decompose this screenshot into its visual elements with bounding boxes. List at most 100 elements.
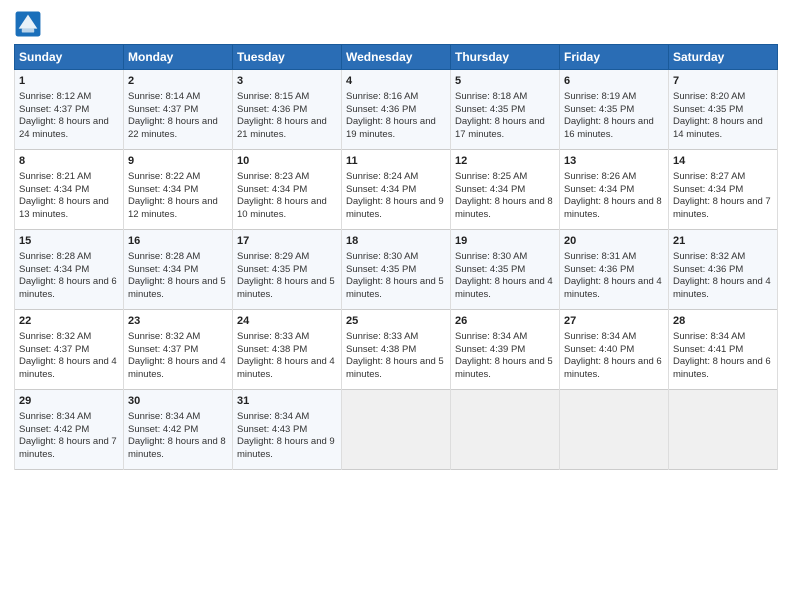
sunrise: Sunrise: 8:22 AM (128, 171, 200, 182)
daylight: Daylight: 8 hours and 4 minutes. (455, 276, 553, 300)
week-row-2: 8 Sunrise: 8:21 AM Sunset: 4:34 PM Dayli… (15, 150, 778, 230)
week-row-3: 15 Sunrise: 8:28 AM Sunset: 4:34 PM Dayl… (15, 230, 778, 310)
sunset: Sunset: 4:35 PM (564, 104, 634, 115)
sunset: Sunset: 4:36 PM (346, 104, 416, 115)
sunrise: Sunrise: 8:33 AM (346, 331, 418, 342)
sunrise: Sunrise: 8:21 AM (19, 171, 91, 182)
calendar-cell: 31 Sunrise: 8:34 AM Sunset: 4:43 PM Dayl… (233, 390, 342, 470)
day-number: 11 (346, 154, 446, 169)
calendar-cell: 7 Sunrise: 8:20 AM Sunset: 4:35 PM Dayli… (669, 70, 778, 150)
calendar-cell: 8 Sunrise: 8:21 AM Sunset: 4:34 PM Dayli… (15, 150, 124, 230)
day-number: 5 (455, 74, 555, 89)
day-number: 12 (455, 154, 555, 169)
sunrise: Sunrise: 8:24 AM (346, 171, 418, 182)
sunset: Sunset: 4:35 PM (455, 104, 525, 115)
day-number: 30 (128, 394, 228, 409)
sunrise: Sunrise: 8:18 AM (455, 91, 527, 102)
daylight: Daylight: 8 hours and 7 minutes. (673, 196, 771, 220)
calendar-cell: 3 Sunrise: 8:15 AM Sunset: 4:36 PM Dayli… (233, 70, 342, 150)
sunset: Sunset: 4:37 PM (19, 344, 89, 355)
daylight: Daylight: 8 hours and 4 minutes. (673, 276, 771, 300)
sunrise: Sunrise: 8:32 AM (19, 331, 91, 342)
sunset: Sunset: 4:43 PM (237, 424, 307, 435)
day-number: 31 (237, 394, 337, 409)
sunset: Sunset: 4:39 PM (455, 344, 525, 355)
calendar-cell: 26 Sunrise: 8:34 AM Sunset: 4:39 PM Dayl… (451, 310, 560, 390)
sunset: Sunset: 4:40 PM (564, 344, 634, 355)
daylight: Daylight: 8 hours and 14 minutes. (673, 116, 763, 140)
sunrise: Sunrise: 8:28 AM (19, 251, 91, 262)
calendar-cell: 2 Sunrise: 8:14 AM Sunset: 4:37 PM Dayli… (124, 70, 233, 150)
calendar-cell: 20 Sunrise: 8:31 AM Sunset: 4:36 PM Dayl… (560, 230, 669, 310)
header (14, 10, 778, 38)
sunrise: Sunrise: 8:19 AM (564, 91, 636, 102)
calendar-cell: 13 Sunrise: 8:26 AM Sunset: 4:34 PM Dayl… (560, 150, 669, 230)
calendar-cell: 17 Sunrise: 8:29 AM Sunset: 4:35 PM Dayl… (233, 230, 342, 310)
sunset: Sunset: 4:34 PM (128, 184, 198, 195)
sunset: Sunset: 4:38 PM (237, 344, 307, 355)
day-number: 2 (128, 74, 228, 89)
logo-icon (14, 10, 42, 38)
sunrise: Sunrise: 8:32 AM (128, 331, 200, 342)
calendar-cell: 16 Sunrise: 8:28 AM Sunset: 4:34 PM Dayl… (124, 230, 233, 310)
col-header-wednesday: Wednesday (342, 45, 451, 70)
col-header-thursday: Thursday (451, 45, 560, 70)
calendar-cell: 15 Sunrise: 8:28 AM Sunset: 4:34 PM Dayl… (15, 230, 124, 310)
day-number: 6 (564, 74, 664, 89)
day-number: 3 (237, 74, 337, 89)
week-row-5: 29 Sunrise: 8:34 AM Sunset: 4:42 PM Dayl… (15, 390, 778, 470)
daylight: Daylight: 8 hours and 9 minutes. (237, 436, 335, 460)
sunset: Sunset: 4:34 PM (128, 264, 198, 275)
day-number: 10 (237, 154, 337, 169)
daylight: Daylight: 8 hours and 4 minutes. (128, 356, 226, 380)
sunset: Sunset: 4:41 PM (673, 344, 743, 355)
day-number: 16 (128, 234, 228, 249)
daylight: Daylight: 8 hours and 4 minutes. (19, 356, 117, 380)
calendar-cell: 27 Sunrise: 8:34 AM Sunset: 4:40 PM Dayl… (560, 310, 669, 390)
daylight: Daylight: 8 hours and 4 minutes. (564, 276, 662, 300)
daylight: Daylight: 8 hours and 12 minutes. (128, 196, 218, 220)
daylight: Daylight: 8 hours and 8 minutes. (564, 196, 662, 220)
day-number: 1 (19, 74, 119, 89)
calendar-cell: 5 Sunrise: 8:18 AM Sunset: 4:35 PM Dayli… (451, 70, 560, 150)
sunset: Sunset: 4:34 PM (673, 184, 743, 195)
sunrise: Sunrise: 8:20 AM (673, 91, 745, 102)
daylight: Daylight: 8 hours and 19 minutes. (346, 116, 436, 140)
day-number: 14 (673, 154, 773, 169)
col-header-saturday: Saturday (669, 45, 778, 70)
sunrise: Sunrise: 8:34 AM (455, 331, 527, 342)
day-number: 19 (455, 234, 555, 249)
day-number: 26 (455, 314, 555, 329)
day-number: 7 (673, 74, 773, 89)
sunrise: Sunrise: 8:16 AM (346, 91, 418, 102)
day-number: 23 (128, 314, 228, 329)
daylight: Daylight: 8 hours and 21 minutes. (237, 116, 327, 140)
calendar-cell: 6 Sunrise: 8:19 AM Sunset: 4:35 PM Dayli… (560, 70, 669, 150)
logo (14, 10, 46, 38)
sunrise: Sunrise: 8:34 AM (19, 411, 91, 422)
sunrise: Sunrise: 8:29 AM (237, 251, 309, 262)
sunset: Sunset: 4:35 PM (346, 264, 416, 275)
day-number: 27 (564, 314, 664, 329)
sunrise: Sunrise: 8:12 AM (19, 91, 91, 102)
header-row: SundayMondayTuesdayWednesdayThursdayFrid… (15, 45, 778, 70)
daylight: Daylight: 8 hours and 4 minutes. (237, 356, 335, 380)
sunrise: Sunrise: 8:15 AM (237, 91, 309, 102)
sunset: Sunset: 4:35 PM (455, 264, 525, 275)
daylight: Daylight: 8 hours and 13 minutes. (19, 196, 109, 220)
daylight: Daylight: 8 hours and 5 minutes. (237, 276, 335, 300)
sunset: Sunset: 4:35 PM (237, 264, 307, 275)
sunset: Sunset: 4:35 PM (673, 104, 743, 115)
sunset: Sunset: 4:37 PM (128, 104, 198, 115)
sunset: Sunset: 4:37 PM (128, 344, 198, 355)
sunset: Sunset: 4:34 PM (455, 184, 525, 195)
calendar-cell: 14 Sunrise: 8:27 AM Sunset: 4:34 PM Dayl… (669, 150, 778, 230)
daylight: Daylight: 8 hours and 5 minutes. (346, 276, 444, 300)
daylight: Daylight: 8 hours and 7 minutes. (19, 436, 117, 460)
sunset: Sunset: 4:42 PM (128, 424, 198, 435)
calendar-cell (451, 390, 560, 470)
daylight: Daylight: 8 hours and 8 minutes. (455, 196, 553, 220)
sunset: Sunset: 4:34 PM (346, 184, 416, 195)
daylight: Daylight: 8 hours and 24 minutes. (19, 116, 109, 140)
sunrise: Sunrise: 8:33 AM (237, 331, 309, 342)
